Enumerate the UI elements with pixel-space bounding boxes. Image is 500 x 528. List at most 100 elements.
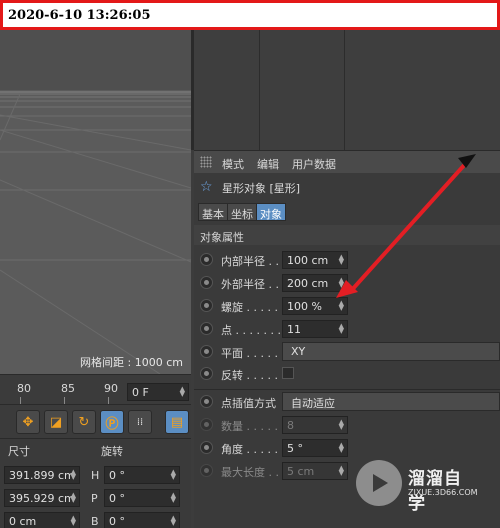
panel-divider (344, 30, 345, 150)
anim-radio[interactable] (200, 395, 213, 408)
spinner-icon[interactable]: ▲ ▼ (339, 323, 344, 335)
anim-radio[interactable] (200, 276, 213, 289)
inner-radius-field[interactable]: 100 cm ▲ ▼ (282, 251, 348, 269)
viewport[interactable]: 网格间距 : 1000 cm (0, 30, 191, 374)
angle-field[interactable]: 5 ° ▲ ▼ (282, 439, 348, 457)
timeline-tick: 90 (104, 382, 118, 395)
spinner-icon[interactable]: ▲ ▼ (339, 300, 344, 312)
anim-radio[interactable] (200, 299, 213, 312)
rotation-header: 旋转 (101, 445, 123, 458)
anim-radio[interactable] (200, 322, 213, 335)
anim-radio[interactable] (200, 464, 213, 477)
spinner-icon[interactable]: ▲ ▼ (71, 469, 76, 481)
param-label: 螺旋 . . . . . . (221, 301, 285, 314)
scale-icon[interactable]: ◪ (44, 410, 68, 434)
spinner-icon[interactable]: ▲ ▼ (339, 465, 344, 477)
section-title: 对象属性 (200, 231, 244, 244)
param-row-outer-radius: 外部半径 . . 200 cm ▲ ▼ (194, 272, 500, 294)
menu-userdata[interactable]: 用户数据 (292, 156, 336, 172)
spinner-icon[interactable]: ▲ ▼ (71, 492, 76, 504)
tick-mark (108, 397, 109, 404)
param-row-reverse: 反转 . . . . . . (194, 363, 500, 385)
param-label: 数量 . . . . . . (221, 420, 285, 433)
axis-label: H (91, 469, 100, 482)
record-icon[interactable]: Ⓟ (100, 410, 124, 434)
tick-mark (64, 397, 65, 404)
axis-label: B (91, 515, 99, 528)
param-label: 内部半径 . . (221, 255, 279, 268)
rot-h-field[interactable]: 0 ° ▲ ▼ (104, 466, 180, 484)
grid-spacing-label: 网格间距 : 1000 cm (80, 356, 183, 369)
param-row-inner-radius: 内部半径 . . 100 cm ▲ ▼ (194, 249, 500, 271)
outer-radius-field[interactable]: 200 cm ▲ ▼ (282, 274, 348, 292)
anim-radio[interactable] (200, 367, 213, 380)
spinner-icon[interactable]: ▲ ▼ (339, 442, 344, 454)
param-label: 反转 . . . . . . (221, 369, 285, 382)
size-y-field[interactable]: 395.929 cm ▲ ▼ (4, 489, 80, 507)
anim-radio[interactable] (200, 441, 213, 454)
tab-object[interactable]: 对象 (256, 203, 286, 221)
plane-dropdown[interactable]: XY (282, 342, 500, 361)
grip-icon[interactable] (200, 156, 212, 168)
watermark-subtitle: ZIXUE.3D66.COM (408, 488, 478, 497)
timeline-ruler[interactable]: 80 85 90 0 F ▲ ▼ (0, 374, 191, 404)
animation-toolbar: ✥ ◪ ↻ Ⓟ ⁞⁞ ▤ (0, 404, 191, 438)
watermark-circle (356, 460, 402, 506)
param-row-interp: 点插值方式 自动适应 (194, 391, 500, 413)
size-x-field[interactable]: 391.899 cm ▲ ▼ (4, 466, 80, 484)
points-field[interactable]: 11 ▲ ▼ (282, 320, 348, 338)
param-label: 最大长度 . . (221, 466, 279, 479)
panel-divider (259, 30, 260, 150)
rot-b-field[interactable]: 0 ° ▲ ▼ (104, 512, 180, 528)
watermark: 溜溜自学 ZIXUE.3D66.COM (356, 460, 478, 514)
interpolation-dropdown[interactable]: 自动适应 (282, 392, 500, 411)
max-length-field[interactable]: 5 cm ▲ ▼ (282, 462, 348, 480)
star-icon: ☆ (200, 179, 213, 195)
divider (194, 389, 500, 390)
timeline-tick: 85 (61, 382, 75, 395)
rotate-icon[interactable]: ↻ (72, 410, 96, 434)
film-icon[interactable]: ▤ (165, 410, 189, 434)
coordinate-manager: 尺寸 旋转 391.899 cm ▲ ▼ 395.929 cm ▲ ▼ 0 cm ▲ ▼ H… (0, 438, 191, 528)
param-label: 平面 . . . . . . (221, 347, 285, 360)
object-manager-panel[interactable] (191, 30, 500, 150)
anim-radio[interactable] (200, 253, 213, 266)
param-row-twist: 螺旋 . . . . . . 100 % ▲ ▼ (194, 295, 500, 317)
twist-field[interactable]: 100 % ▲ ▼ (282, 297, 348, 315)
object-title: 星形对象 [星形] (222, 182, 301, 195)
param-row-points: 点 . . . . . . . . 11 ▲ ▼ (194, 318, 500, 340)
size-header: 尺寸 (8, 445, 30, 458)
rot-p-field[interactable]: 0 ° ▲ ▼ (104, 489, 180, 507)
spinner-icon[interactable]: ▲ ▼ (171, 469, 176, 481)
current-frame-field[interactable]: 0 F ▲ ▼ (127, 383, 189, 401)
spinner-icon[interactable]: ▲ ▼ (339, 419, 344, 431)
anim-radio[interactable] (200, 418, 213, 431)
tab-basic[interactable]: 基本 (198, 203, 228, 221)
param-row-count: 数量 . . . . . . 8 ▲ ▼ (194, 414, 500, 436)
move-icon[interactable]: ✥ (16, 410, 40, 434)
param-label: 角度 . . . . . . (221, 443, 285, 456)
reverse-checkbox[interactable] (282, 367, 294, 379)
play-watermark-icon (373, 474, 388, 492)
axis-label: P (91, 492, 98, 505)
menu-edit[interactable]: 编辑 (257, 156, 279, 172)
anim-radio[interactable] (200, 345, 213, 358)
param-label: 外部半径 . . (221, 278, 279, 291)
spinner-icon[interactable]: ▲ ▼ (339, 254, 344, 266)
param-row-plane: 平面 . . . . . . XY (194, 341, 500, 363)
spinner-icon[interactable]: ▲ ▼ (171, 515, 176, 527)
tick-mark (20, 397, 21, 404)
timestamp-text: 2020-6-10 13:26:05 (8, 8, 151, 23)
spinner-icon[interactable]: ▲ ▼ (171, 492, 176, 504)
param-label: 点插值方式 (221, 397, 276, 410)
count-field[interactable]: 8 ▲ ▼ (282, 416, 348, 434)
timeline-tick: 80 (17, 382, 31, 395)
spinner-icon[interactable]: ▲ ▼ (180, 386, 185, 398)
timestamp-bar: 2020-6-10 13:26:05 (0, 0, 500, 30)
spinner-icon[interactable]: ▲ ▼ (339, 277, 344, 289)
menu-mode[interactable]: 模式 (222, 156, 244, 172)
spinner-icon[interactable]: ▲ ▼ (71, 515, 76, 527)
size-z-field[interactable]: 0 cm ▲ ▼ (4, 512, 80, 528)
keyframe-grid-icon[interactable]: ⁞⁞ (128, 410, 152, 434)
tab-coord[interactable]: 坐标 (227, 203, 257, 221)
